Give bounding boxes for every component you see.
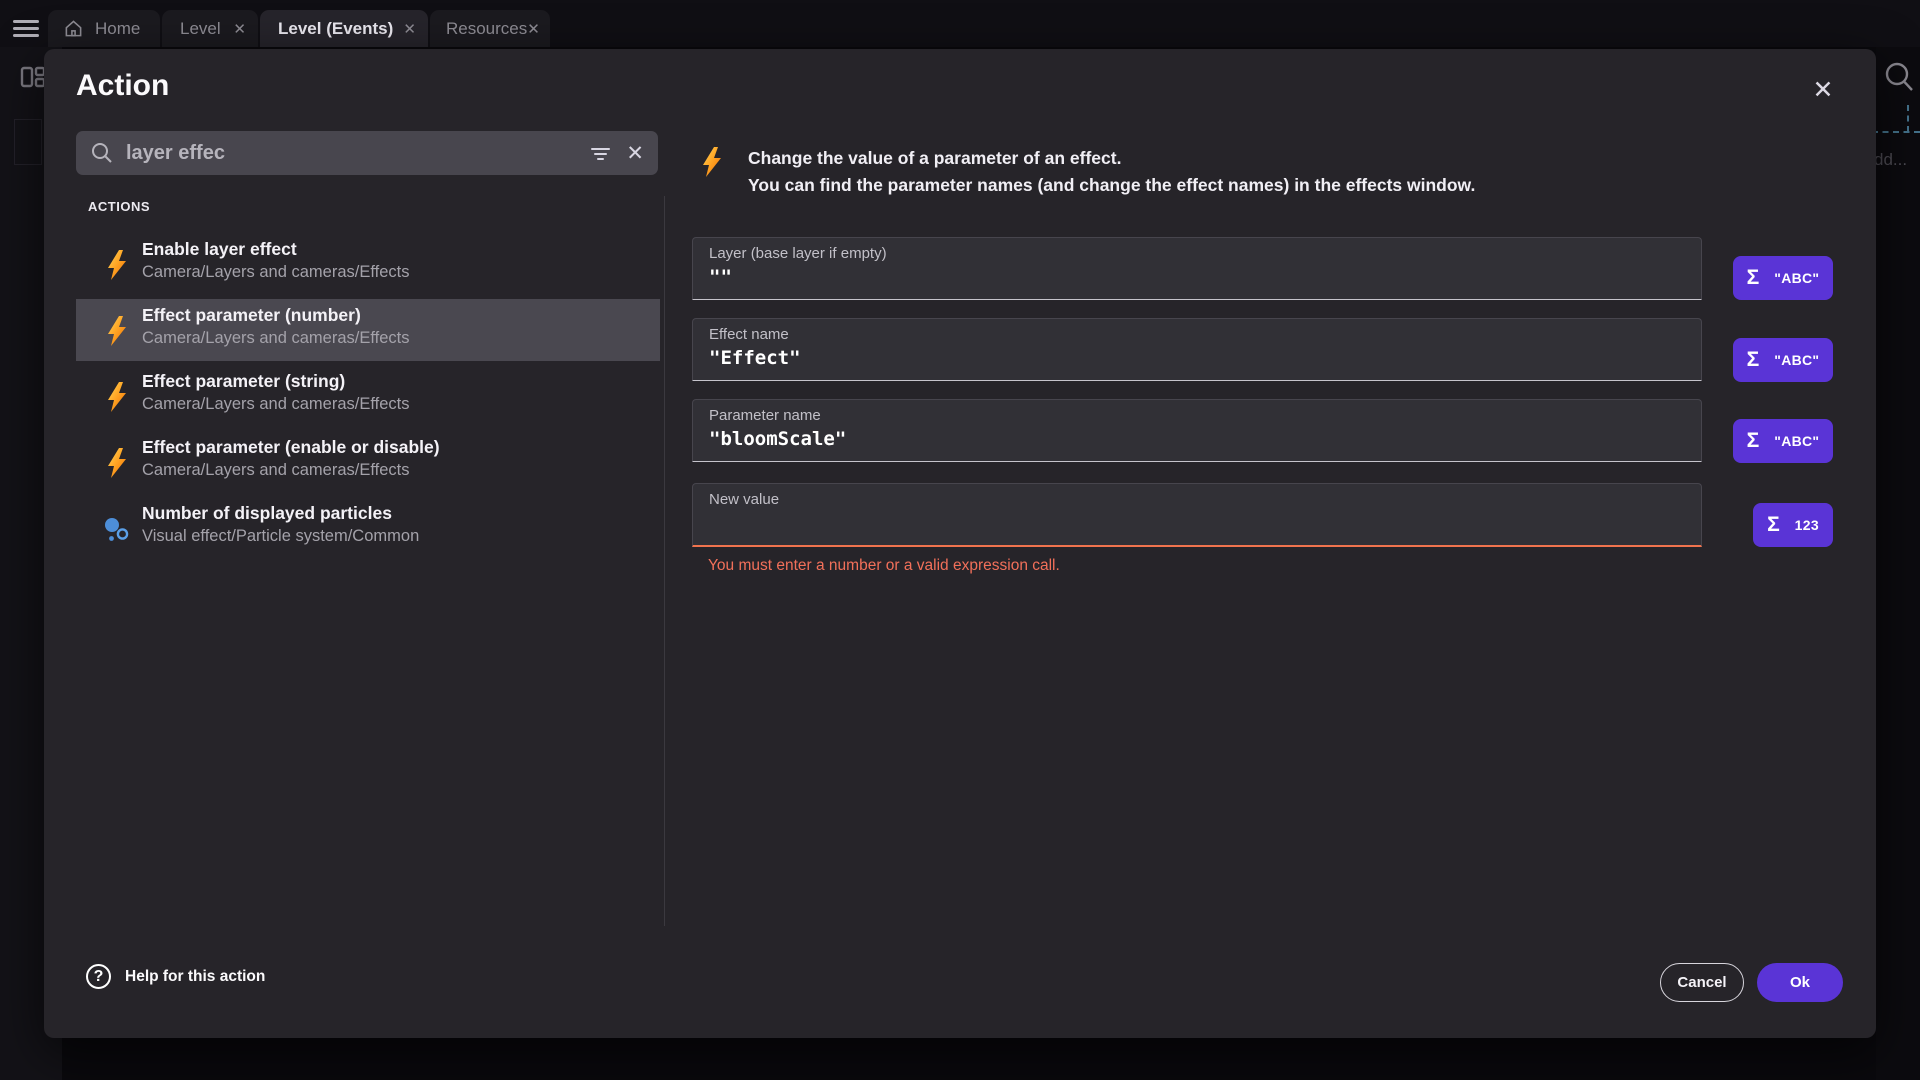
field-label: Layer (base layer if empty) — [709, 245, 887, 262]
list-item[interactable]: Effect parameter (string) Camera/Layers … — [76, 365, 660, 427]
tab-label: Level (Events) — [278, 19, 393, 39]
action-path: Visual effect/Particle system/Common — [142, 527, 419, 546]
sigma-icon: Σ — [1747, 348, 1760, 372]
filter-icon[interactable] — [590, 146, 610, 160]
particles-icon — [104, 515, 130, 547]
field-value[interactable]: "Effect" — [709, 347, 801, 369]
sigma-icon: Σ — [1767, 513, 1780, 537]
list-item[interactable]: Enable layer effect Camera/Layers and ca… — [76, 233, 660, 295]
expression-builder-button[interactable]: Σ "ABC" — [1733, 338, 1833, 382]
background-panel-fragment — [14, 119, 42, 165]
search-icon[interactable] — [1882, 58, 1916, 96]
action-description: Change the value of a parameter of an ef… — [748, 145, 1748, 199]
clear-search-icon[interactable]: ✕ — [622, 141, 644, 166]
background-right-panel — [1876, 47, 1920, 1080]
list-item[interactable]: Effect parameter (enable or disable) Cam… — [76, 431, 660, 493]
top-bar: Home Level ✕ Level (Events) ✕ Resources … — [0, 0, 1920, 47]
help-icon: ? — [86, 964, 111, 989]
action-path: Camera/Layers and cameras/Effects — [142, 329, 409, 348]
list-item[interactable]: Number of displayed particles Visual eff… — [76, 497, 660, 559]
sigma-icon: Σ — [1747, 266, 1760, 290]
tab-label: Home — [95, 19, 140, 39]
sigma-icon: Σ — [1747, 429, 1760, 453]
lightning-icon — [104, 381, 130, 413]
action-title: Number of displayed particles — [142, 503, 392, 524]
lightning-icon — [700, 145, 724, 179]
lightning-icon — [104, 249, 130, 281]
tab-close-icon[interactable]: ✕ — [527, 20, 540, 38]
action-title: Enable layer effect — [142, 239, 297, 260]
list-item-selected[interactable]: Effect parameter (number) Camera/Layers … — [76, 299, 660, 361]
help-link[interactable]: ? Help for this action — [86, 964, 265, 989]
help-label: Help for this action — [125, 968, 265, 986]
selection-dashed-line — [1872, 131, 1920, 133]
home-icon — [64, 19, 83, 38]
selection-dashed-line — [1907, 105, 1909, 132]
objects-panel-icon[interactable] — [20, 64, 46, 90]
menu-icon[interactable] — [13, 20, 39, 38]
button-type-label: 123 — [1795, 517, 1819, 533]
action-title: Effect parameter (enable or disable) — [142, 437, 440, 458]
action-path: Camera/Layers and cameras/Effects — [142, 461, 409, 480]
tab-level-events[interactable]: Level (Events) ✕ — [260, 10, 428, 47]
layer-field[interactable]: Layer (base layer if empty) "" — [692, 237, 1702, 300]
field-value[interactable]: "bloomScale" — [709, 428, 846, 450]
field-label: Parameter name — [709, 407, 821, 424]
tab-level[interactable]: Level ✕ — [162, 10, 258, 47]
search-input[interactable] — [126, 142, 578, 165]
action-path: Camera/Layers and cameras/Effects — [142, 395, 409, 414]
panel-divider — [664, 196, 665, 926]
expression-builder-button[interactable]: Σ "ABC" — [1733, 419, 1833, 463]
description-line: You can find the parameter names (and ch… — [748, 172, 1748, 199]
tab-close-icon[interactable]: ✕ — [403, 20, 416, 38]
tab-label: Level — [180, 19, 221, 39]
button-type-label: "ABC" — [1774, 352, 1819, 368]
field-label: Effect name — [709, 326, 789, 343]
tab-resources[interactable]: Resources ✕ — [430, 10, 550, 47]
action-dialog: Action ✕ ✕ ACTIONS Enable layer effect C… — [44, 49, 1876, 1038]
dialog-title: Action — [76, 69, 169, 103]
action-list: Enable layer effect Camera/Layers and ca… — [76, 233, 660, 563]
button-type-label: "ABC" — [1774, 433, 1819, 449]
cancel-button[interactable]: Cancel — [1660, 963, 1744, 1002]
field-label: New value — [709, 491, 779, 508]
new-value-field[interactable]: New value — [692, 483, 1702, 547]
tab-close-icon[interactable]: ✕ — [233, 20, 246, 38]
effect-name-field[interactable]: Effect name "Effect" — [692, 318, 1702, 381]
tab-home[interactable]: Home — [48, 10, 160, 47]
section-header: ACTIONS — [88, 199, 150, 214]
expression-builder-button[interactable]: Σ 123 — [1753, 503, 1833, 547]
action-search-bar[interactable]: ✕ — [76, 131, 658, 175]
close-icon[interactable]: ✕ — [1806, 73, 1840, 107]
validation-error-text: You must enter a number or a valid expre… — [708, 557, 1060, 575]
parameter-name-field[interactable]: Parameter name "bloomScale" — [692, 399, 1702, 462]
lightning-icon — [104, 447, 130, 479]
tab-label: Resources — [446, 19, 527, 39]
expression-builder-button[interactable]: Σ "ABC" — [1733, 256, 1833, 300]
action-path: Camera/Layers and cameras/Effects — [142, 263, 409, 282]
ok-button[interactable]: Ok — [1757, 963, 1843, 1002]
description-line: Change the value of a parameter of an ef… — [748, 145, 1748, 172]
search-icon — [90, 141, 114, 165]
action-title: Effect parameter (string) — [142, 371, 345, 392]
button-type-label: "ABC" — [1774, 270, 1819, 286]
action-title: Effect parameter (number) — [142, 305, 361, 326]
background-truncated-text: dd... — [1874, 150, 1907, 170]
field-value[interactable]: "" — [709, 266, 732, 288]
lightning-icon — [104, 315, 130, 347]
